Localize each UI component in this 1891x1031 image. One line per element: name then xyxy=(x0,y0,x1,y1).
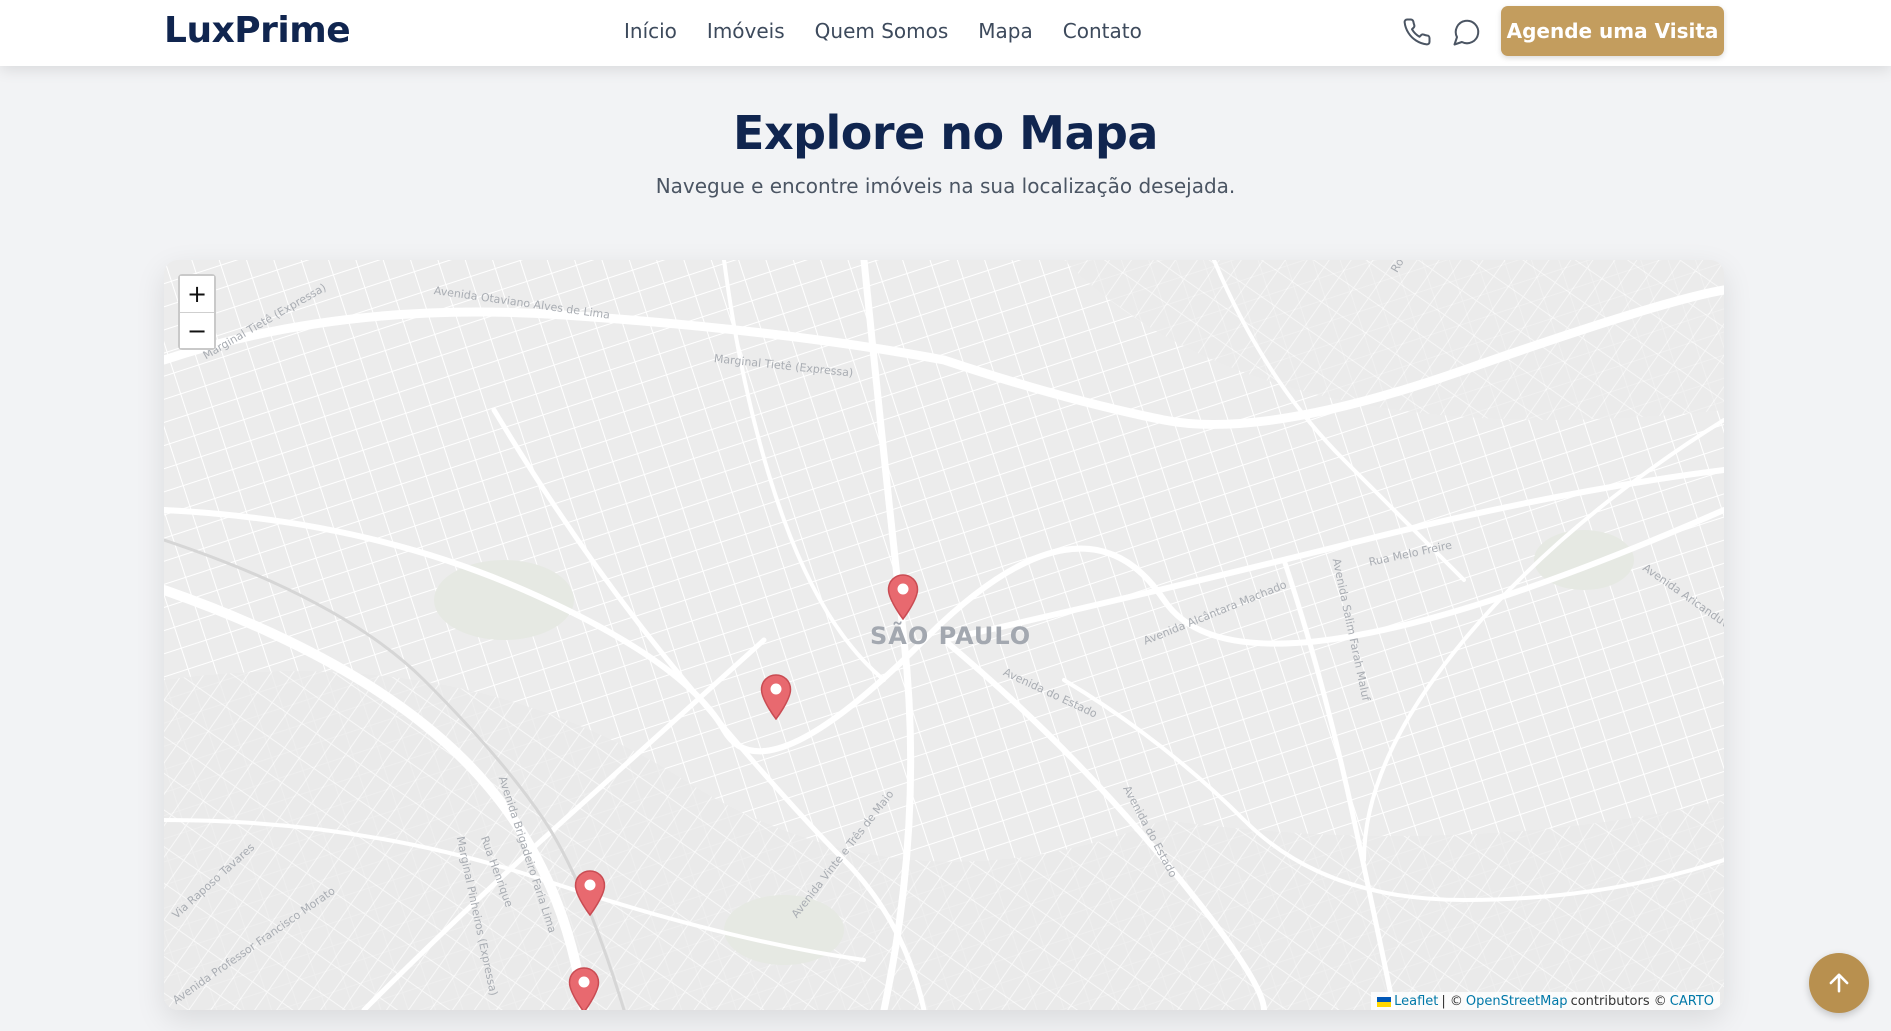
property-marker[interactable] xyxy=(574,870,606,917)
property-map[interactable]: Avenida Otaviano Alves de Lima Marginal … xyxy=(164,260,1724,1010)
site-header: LuxPrime Início Imóveis Quem Somos Mapa … xyxy=(0,0,1891,66)
zoom-out-button[interactable]: − xyxy=(180,312,214,348)
nav-link-quem-somos[interactable]: Quem Somos xyxy=(815,19,949,43)
nav-link-imoveis[interactable]: Imóveis xyxy=(707,19,785,43)
section-title: Explore no Mapa xyxy=(733,106,1158,160)
nav-link-inicio[interactable]: Início xyxy=(624,19,677,43)
map-attribution: Leaflet | © OpenStreetMap contributors ©… xyxy=(1371,992,1720,1010)
city-label: SÃO PAULO xyxy=(870,622,1032,650)
ukraine-flag-icon xyxy=(1377,996,1392,1007)
property-marker[interactable] xyxy=(887,574,919,621)
openstreetmap-link[interactable]: OpenStreetMap xyxy=(1466,994,1568,1009)
attribution-separator: | © xyxy=(1441,993,1463,1009)
scroll-to-top-button[interactable] xyxy=(1809,953,1869,1013)
logo[interactable]: LuxPrime xyxy=(164,10,351,51)
property-marker[interactable] xyxy=(760,674,792,721)
carto-link[interactable]: CARTO xyxy=(1670,994,1714,1009)
zoom-in-button[interactable]: + xyxy=(180,276,214,312)
nav-link-mapa[interactable]: Mapa xyxy=(978,19,1032,43)
schedule-visit-button[interactable]: Agende uma Visita xyxy=(1501,6,1724,56)
phone-icon[interactable] xyxy=(1400,15,1434,49)
section-subtitle: Navegue e encontre imóveis na sua locali… xyxy=(655,174,1236,198)
property-marker[interactable] xyxy=(568,967,600,1010)
zoom-control: + − xyxy=(178,274,216,350)
leaflet-link[interactable]: Leaflet xyxy=(1394,994,1438,1009)
nav-link-contato[interactable]: Contato xyxy=(1063,19,1142,43)
arrow-up-icon xyxy=(1829,973,1849,993)
attribution-contributors: contributors © xyxy=(1570,993,1667,1009)
main-nav: Início Imóveis Quem Somos Mapa Contato xyxy=(624,19,1172,43)
chat-bubble-icon[interactable] xyxy=(1450,15,1484,49)
